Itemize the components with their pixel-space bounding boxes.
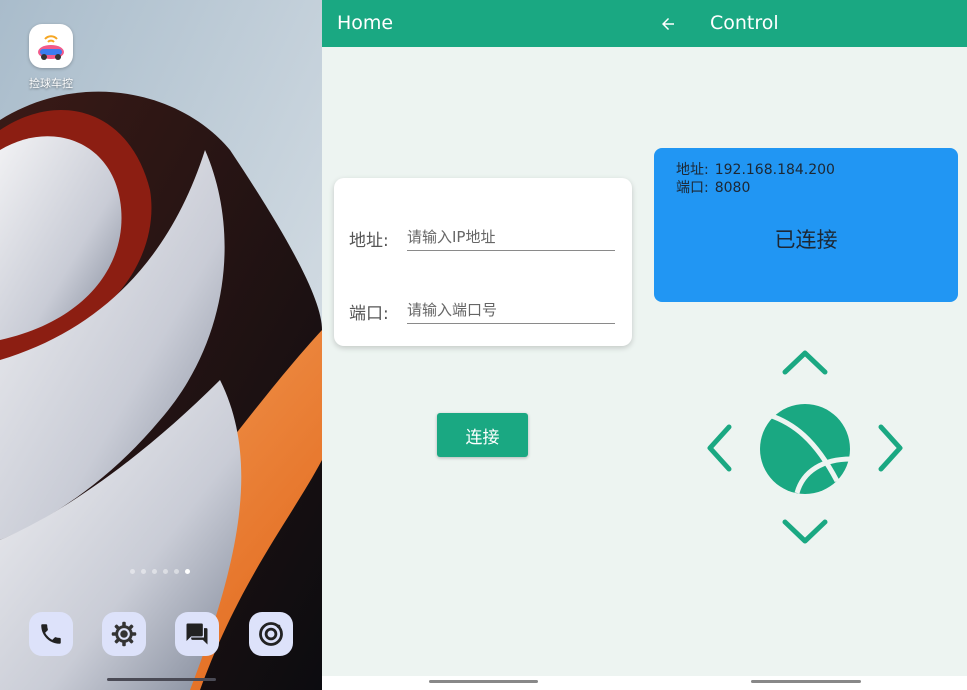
pickup-ball-button[interactable]: [759, 403, 851, 495]
car-control-icon: [38, 35, 64, 60]
tennis-ball-icon: [760, 404, 851, 494]
status-text: 已连接: [774, 228, 838, 252]
home-screen: Home 地址: 端口: 连接: [322, 0, 645, 690]
connection-form-card: 地址: 端口:: [334, 178, 632, 346]
port-label: 端口:: [349, 304, 389, 324]
port-value: 8080: [714, 180, 751, 196]
app-label: 捡球车控: [29, 77, 73, 90]
page-dot: [163, 569, 168, 574]
up-button[interactable]: [780, 346, 830, 378]
page-dot: [152, 569, 157, 574]
page-dot-active: [185, 569, 190, 574]
right-button[interactable]: [875, 422, 907, 474]
page-dot: [130, 569, 135, 574]
navigation-bar: [645, 676, 967, 690]
page-indicator: [130, 569, 190, 574]
chevron-left-icon: [707, 424, 732, 472]
chevron-down-icon: [782, 519, 828, 544]
chevron-right-icon: [878, 424, 903, 472]
gesture-bar: [751, 680, 861, 683]
phone-icon: [41, 624, 61, 644]
gesture-bar: [107, 678, 216, 681]
left-button[interactable]: [703, 422, 735, 474]
camera-icon: [259, 622, 283, 646]
port-input[interactable]: [407, 297, 615, 324]
settings-icon: [111, 621, 137, 647]
port-label: 端口: 8080: [676, 180, 751, 196]
dock-phone[interactable]: [29, 612, 73, 656]
page-title: Control: [710, 12, 779, 34]
chevron-up-icon: [782, 350, 828, 375]
wallpaper: [0, 0, 322, 690]
control-screen: Control 地址: 192.168.184.200 端口: 8080 已连接: [645, 0, 967, 690]
down-button[interactable]: [780, 516, 830, 548]
gesture-bar: [429, 680, 538, 683]
page-title: Home: [337, 12, 394, 34]
dock-camera[interactable]: [249, 612, 293, 656]
dock-messages[interactable]: [175, 612, 219, 656]
app-icon-pickball[interactable]: [29, 24, 73, 68]
connect-button[interactable]: 连接: [437, 413, 528, 457]
connection-status-card: 地址: 192.168.184.200 端口: 8080 已连接: [654, 148, 958, 302]
address-input[interactable]: [407, 224, 615, 251]
back-arrow-icon: [662, 17, 674, 30]
navigation-bar: [322, 676, 645, 690]
app-bar: Control: [645, 0, 967, 47]
messages-icon: [186, 623, 208, 645]
address-label: 地址:: [349, 231, 389, 251]
address-label: 地址: 192.168.184.200: [676, 162, 835, 178]
page-dot: [174, 569, 179, 574]
app-bar: Home: [322, 0, 645, 47]
dock-settings[interactable]: [102, 612, 146, 656]
address-value: 192.168.184.200: [714, 162, 835, 178]
back-button[interactable]: [659, 0, 681, 47]
launcher-screen: 捡球车控: [0, 0, 322, 690]
page-dot: [141, 569, 146, 574]
